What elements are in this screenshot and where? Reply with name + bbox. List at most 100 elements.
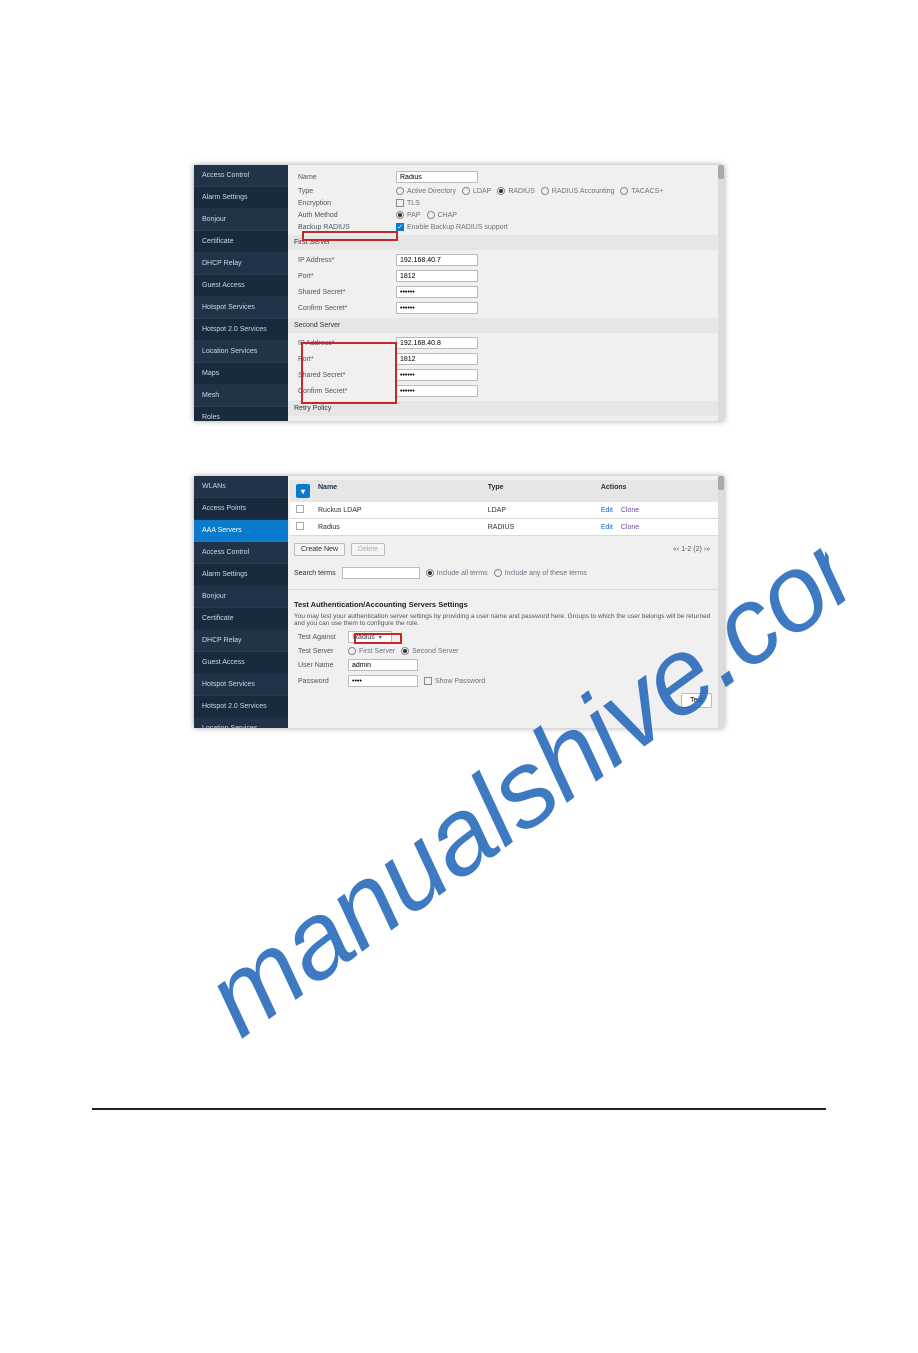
sidebar-item-hotspot-services[interactable]: Hotspot Services [194,297,288,319]
ss-port-label: Port* [294,356,396,363]
pager[interactable]: «‹ 1-2 (2) ›» [667,542,716,557]
delete-button[interactable]: Delete [351,543,385,556]
sidebar-item-label: Access Points [202,505,246,512]
sidebar-item-label: Hotspot 2.0 Services [202,326,267,333]
clone-link[interactable]: Clone [621,507,639,514]
type-radio-radius-acct[interactable]: RADIUS Accounting [541,187,615,195]
filter-radio-any[interactable]: Include any of these terms [494,569,587,577]
table-row: Radius RADIUS Edit Clone [290,519,720,536]
fs-secret-input[interactable] [396,286,478,298]
showpass-checkbox[interactable]: Show Password [424,677,485,685]
test-server-radio-second[interactable]: Second Server [401,647,458,655]
sidebar-item-maps[interactable]: Maps [194,363,288,385]
edit-link[interactable]: Edit [601,507,613,514]
type-radio-ldap[interactable]: LDAP [462,187,491,195]
aaa-table: ▾ Name Type Actions Ruckus LDAP LDAP Edi… [290,480,720,536]
footer-rule [92,1108,826,1110]
select-all-dropdown[interactable]: ▾ [296,484,310,498]
fs-secret-label: Shared Secret* [294,289,396,296]
backup-radius-checkbox[interactable]: ✓Enable Backup RADIUS support [396,223,508,231]
clone-link[interactable]: Clone [621,524,639,531]
ss-ip-input[interactable] [396,337,478,349]
sidebar-item-alarm-settings[interactable]: Alarm Settings [194,187,288,209]
sidebar-item-label: Certificate [202,238,234,245]
sidebar-item-wlans[interactable]: WLANs [194,476,288,498]
sidebar-item-certificate[interactable]: Certificate [194,231,288,253]
sidebar-item-roles[interactable]: Roles [194,407,288,421]
backup-radius-label: Backup RADIUS [294,224,396,231]
sidebar-item-label: Bonjour [202,593,226,600]
fs-confirm-input[interactable] [396,302,478,314]
scrollbar[interactable] [718,476,724,728]
ss-confirm-label: Confirm Secret* [294,388,396,395]
sidebar-item-location-services[interactable]: Location Services [194,718,288,728]
sidebar: Access Control Alarm Settings Bonjour Ce… [194,165,288,421]
sidebar-item-access-control[interactable]: Access Control [194,165,288,187]
sidebar-item-location-services[interactable]: Location Services [194,341,288,363]
radio-label: Active Directory [407,188,456,195]
ss-secret-input[interactable] [396,369,478,381]
auth-radio-chap[interactable]: CHAP [427,211,457,219]
sidebar-item-label: Access Control [202,172,249,179]
radio-label: PAP [407,212,421,219]
row-checkbox[interactable] [296,522,304,530]
sidebar-item-certificate[interactable]: Certificate [194,608,288,630]
type-radio-tacacs[interactable]: TACACS+ [620,187,663,195]
checkbox-label: Enable Backup RADIUS support [407,224,508,231]
sidebar-item-guest-access[interactable]: Guest Access [194,652,288,674]
sidebar-item-aaa-servers[interactable]: AAA Servers [194,520,288,542]
aaa-panel: ▾ Name Type Actions Ruckus LDAP LDAP Edi… [288,476,724,728]
type-label: Type [294,188,396,195]
test-button[interactable]: Test [681,693,712,708]
name-input[interactable] [396,171,478,183]
radio-label: First Server [359,648,395,655]
fs-port-label: Port* [294,273,396,280]
fs-port-input[interactable] [396,270,478,282]
sidebar-item-access-points[interactable]: Access Points [194,498,288,520]
create-new-button[interactable]: Create New [294,543,345,556]
sidebar-item-label: Alarm Settings [202,571,248,578]
screenshot-1: Access Control Alarm Settings Bonjour Ce… [194,165,724,421]
sidebar-item-label: Mesh [202,392,219,399]
sidebar-item-bonjour[interactable]: Bonjour [194,209,288,231]
test-pass-input[interactable] [348,675,418,687]
sidebar-item-hotspot-services[interactable]: Hotspot Services [194,674,288,696]
screenshot-2: WLANs Access Points AAA Servers Access C… [194,476,724,728]
test-pass-label: Password [294,678,348,685]
fs-ip-label: IP Address* [294,257,396,264]
radio-label: RADIUS Accounting [552,188,615,195]
section-divider [288,589,724,590]
sidebar-item-hotspot-20-services[interactable]: Hotspot 2.0 Services [194,696,288,718]
sidebar-item-label: Certificate [202,615,234,622]
edit-link[interactable]: Edit [601,524,613,531]
test-server-radio-first[interactable]: First Server [348,647,395,655]
sidebar-item-dhcp-relay[interactable]: DHCP Relay [194,253,288,275]
ss-port-input[interactable] [396,353,478,365]
test-against-select[interactable]: Radius ▾ [348,631,392,643]
ss-confirm-input[interactable] [396,385,478,397]
row-checkbox[interactable] [296,505,304,513]
sidebar-item-label: AAA Servers [202,527,242,534]
fs-ip-input[interactable] [396,254,478,266]
test-user-label: User Name [294,662,348,669]
encryption-checkbox-tls[interactable]: TLS [396,199,420,207]
scrollbar[interactable] [718,165,724,421]
fs-confirm-label: Confirm Secret* [294,305,396,312]
type-radio-ad[interactable]: Active Directory [396,187,456,195]
sidebar-item-access-control[interactable]: Access Control [194,542,288,564]
sidebar-item-hotspot-20-services[interactable]: Hotspot 2.0 Services [194,319,288,341]
sidebar-item-bonjour[interactable]: Bonjour [194,586,288,608]
type-radio-radius[interactable]: RADIUS [497,187,534,195]
filter-radio-all[interactable]: Include all terms [426,569,488,577]
sidebar-item-alarm-settings[interactable]: Alarm Settings [194,564,288,586]
select-value: Radius [353,634,375,641]
test-user-input[interactable] [348,659,418,671]
sidebar-item-dhcp-relay[interactable]: DHCP Relay [194,630,288,652]
sidebar-item-mesh[interactable]: Mesh [194,385,288,407]
auth-radio-pap[interactable]: PAP [396,211,421,219]
checkbox-label: TLS [407,200,420,207]
search-input[interactable] [342,567,420,579]
sidebar-item-label: Guest Access [202,659,245,666]
sidebar-item-guest-access[interactable]: Guest Access [194,275,288,297]
sidebar-item-label: Guest Access [202,282,245,289]
